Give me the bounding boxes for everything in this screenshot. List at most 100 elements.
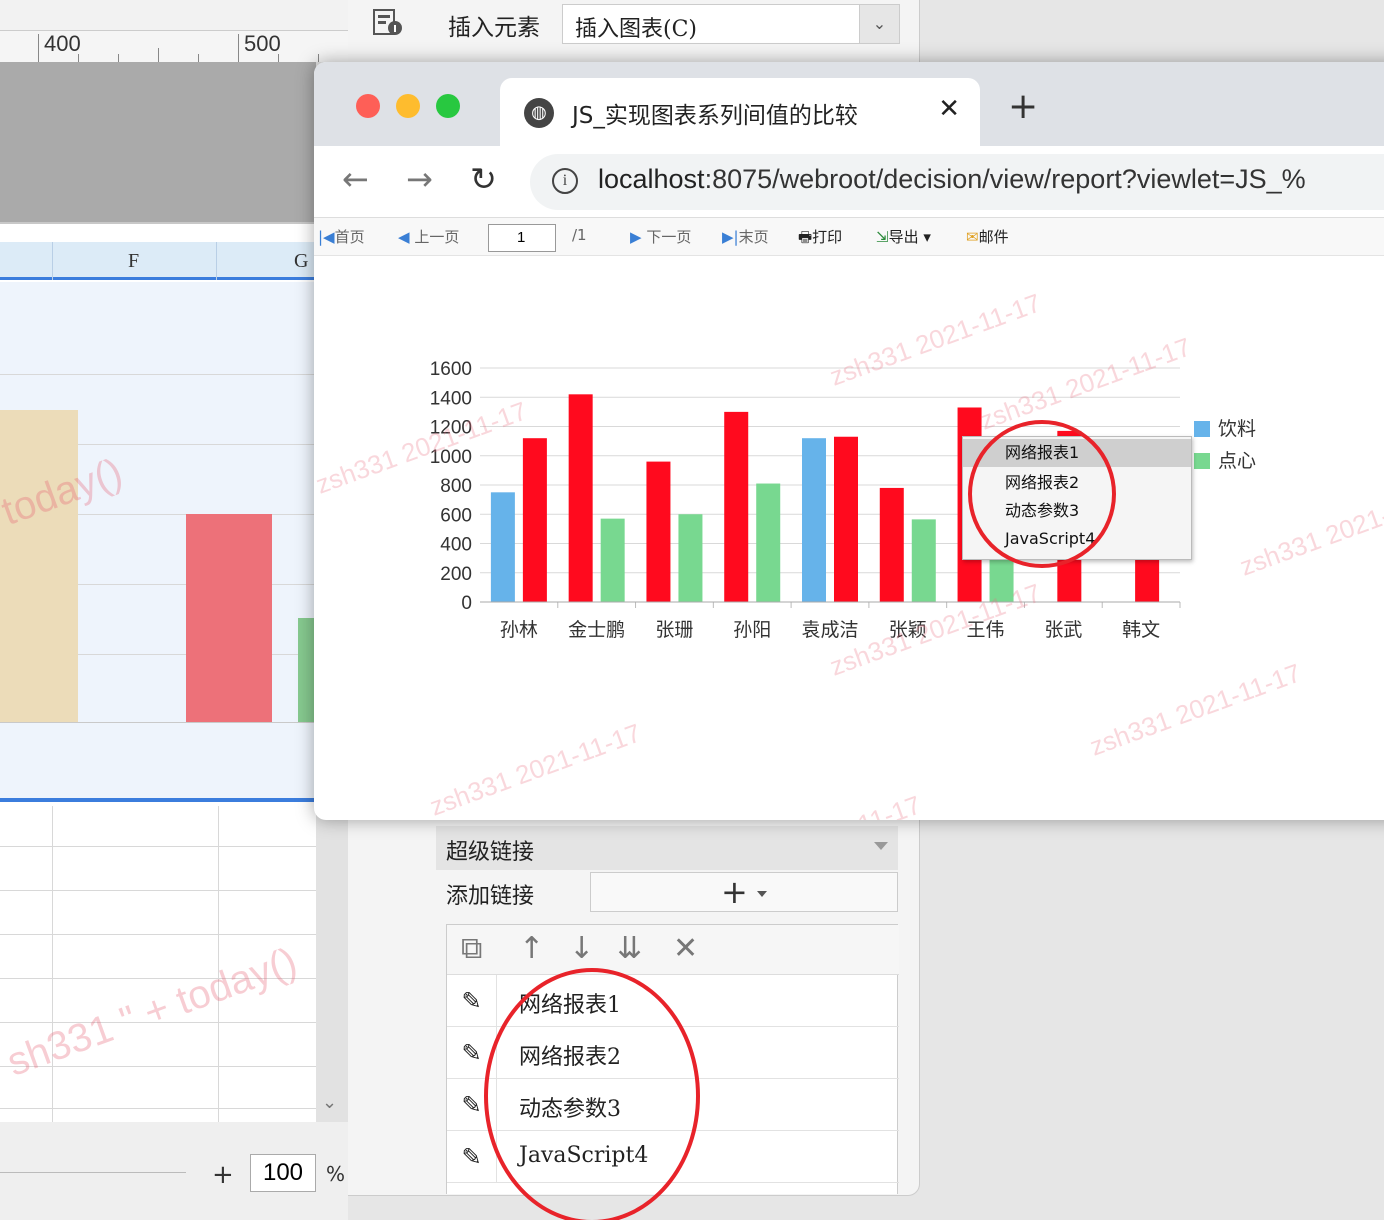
move-bottom-icon[interactable]: ⇊ bbox=[617, 931, 642, 966]
y-tick-label: 0 bbox=[461, 593, 472, 614]
insert-element-select[interactable]: 插入图表(C) ⌄ bbox=[562, 4, 900, 44]
move-up-icon[interactable]: ↑ bbox=[519, 931, 544, 966]
export-button[interactable]: ⇲导出 ▾ bbox=[876, 226, 931, 247]
legend-swatch bbox=[1194, 453, 1210, 469]
tab-title: JS_实现图表系列间值的比较 bbox=[572, 103, 858, 129]
caret-down-icon bbox=[874, 842, 888, 850]
edit-pencil-icon[interactable]: ✎ bbox=[447, 975, 497, 1027]
chart-bar bbox=[646, 461, 671, 602]
maximize-window-icon[interactable] bbox=[436, 94, 460, 118]
hyperlink-list-toolbar: ⧉ ↑ ↓ ⇊ ✕ bbox=[447, 925, 899, 975]
designer-chart-preview[interactable] bbox=[0, 282, 316, 802]
legend-label: 点心 bbox=[1218, 450, 1257, 472]
insert-element-value: 插入图表(C) bbox=[575, 17, 697, 42]
first-page-button[interactable]: |◀首页 bbox=[318, 226, 365, 247]
chevron-down-icon[interactable]: ⌄ bbox=[859, 5, 899, 43]
copy-icon[interactable]: ⧉ bbox=[461, 931, 482, 966]
chart-bar bbox=[756, 483, 781, 602]
hyperlink-section-header[interactable]: 超级链接 bbox=[436, 826, 898, 870]
zoom-in-button[interactable]: + bbox=[212, 1160, 234, 1190]
chart-bar bbox=[879, 487, 904, 602]
insert-element-icon[interactable] bbox=[372, 6, 404, 38]
preview-bar bbox=[0, 410, 78, 722]
legend-item[interactable]: 点心 bbox=[1194, 446, 1256, 473]
url-field[interactable]: i localhost:8075/webroot/decision/view/r… bbox=[530, 154, 1384, 210]
zoom-unit: % bbox=[326, 1162, 346, 1186]
minimize-window-icon[interactable] bbox=[396, 94, 420, 118]
y-tick-label: 600 bbox=[440, 505, 472, 526]
address-bar-row: ← → ↻ i localhost:8075/webroot/decision/… bbox=[314, 146, 1384, 218]
info-icon[interactable]: i bbox=[552, 168, 578, 194]
watermark-text: zsh331 2021-11-17 bbox=[426, 717, 645, 820]
globe-icon: ◍ bbox=[524, 98, 554, 128]
highlight-circle bbox=[484, 968, 700, 1220]
horizontal-ruler: 400 500 bbox=[0, 30, 348, 62]
close-tab-icon[interactable]: ✕ bbox=[938, 94, 960, 124]
chevron-down-icon[interactable]: ⌄ bbox=[322, 1092, 337, 1113]
add-link-label: 添加链接 bbox=[446, 884, 535, 909]
hyperlink-section-title: 超级链接 bbox=[446, 840, 535, 865]
watermark-text: zsh331 2021-11-17 bbox=[314, 395, 531, 499]
forward-arrow-icon[interactable]: → bbox=[406, 160, 433, 198]
y-tick-label: 1400 bbox=[430, 388, 472, 409]
legend-item[interactable]: 饮料 bbox=[1194, 414, 1256, 441]
close-window-icon[interactable] bbox=[356, 94, 380, 118]
browser-window: ◍ JS_实现图表系列间值的比较 ✕ + ← → ↻ i localhost:8… bbox=[314, 62, 1384, 820]
delete-icon[interactable]: ✕ bbox=[673, 931, 698, 966]
caret-down-icon bbox=[757, 891, 767, 897]
first-page-icon: |◀ bbox=[318, 228, 335, 246]
back-arrow-icon[interactable]: ← bbox=[342, 160, 369, 198]
watermark-text: zsh331 2021-11-17 bbox=[1086, 657, 1305, 761]
print-button[interactable]: 🖶打印 bbox=[798, 226, 842, 252]
page-number-input[interactable]: 1 bbox=[488, 224, 556, 252]
url-host: localhost bbox=[598, 164, 705, 194]
column-header: F G bbox=[0, 242, 316, 280]
x-tick-label: 孙阳 bbox=[733, 619, 771, 641]
url-path: :8075/webroot/decision/view/report?viewl… bbox=[704, 164, 1306, 194]
y-tick-label: 1600 bbox=[430, 359, 472, 380]
chart-bar bbox=[568, 394, 593, 602]
last-page-button[interactable]: ▶|末页 bbox=[722, 226, 769, 247]
designer-canvas-margin bbox=[0, 62, 316, 222]
watermark-text: zsh331 2021-11-17 bbox=[706, 789, 925, 820]
chart-bar bbox=[490, 492, 515, 602]
column-f[interactable]: F bbox=[128, 250, 139, 273]
y-tick-label: 200 bbox=[440, 564, 472, 585]
x-tick-label: 韩文 bbox=[1122, 619, 1160, 641]
move-down-icon[interactable]: ↓ bbox=[569, 931, 594, 966]
chart-bar bbox=[834, 436, 858, 602]
watermark-text: zsh331 2021-11-17 bbox=[976, 331, 1195, 435]
watermark-text: zsh331 2021-11-17 bbox=[1236, 477, 1384, 581]
reload-icon[interactable]: ↻ bbox=[470, 160, 497, 198]
chart-bar bbox=[802, 438, 826, 602]
screen: 400 500 F G ⌄ › + 100 % 插入元素 插入图表(C) ⌄ 超… bbox=[0, 0, 1384, 1220]
x-tick-label: 张武 bbox=[1044, 619, 1082, 641]
x-tick-label: 金士鹏 bbox=[568, 619, 625, 641]
chart-bar bbox=[911, 519, 936, 602]
insert-element-label: 插入元素 bbox=[448, 15, 540, 41]
mail-icon: ✉ bbox=[966, 228, 979, 246]
highlight-circle bbox=[968, 420, 1116, 568]
chart-bar bbox=[724, 411, 749, 602]
printer-icon: 🖶 bbox=[798, 228, 813, 246]
legend-label: 饮料 bbox=[1218, 418, 1257, 440]
bar-chart: 02004006008001000120014001600 孙林 金士鹏 张珊 孙阳袁… bbox=[314, 287, 1384, 820]
mail-button[interactable]: ✉邮件 bbox=[966, 226, 1009, 247]
chart-bar bbox=[678, 514, 703, 602]
prev-page-button[interactable]: ◀ 上一页 bbox=[398, 226, 459, 247]
ruler-label: 400 bbox=[44, 31, 81, 56]
ruler-label: 500 bbox=[244, 31, 281, 56]
page-total: /1 bbox=[572, 226, 587, 244]
zoom-input[interactable]: 100 bbox=[250, 1154, 316, 1192]
browser-tab[interactable]: ◍ JS_实现图表系列间值的比较 ✕ bbox=[500, 78, 980, 146]
add-link-button[interactable]: + bbox=[590, 872, 898, 912]
y-tick-label: 400 bbox=[440, 535, 472, 556]
preview-bar bbox=[186, 514, 272, 722]
column-g[interactable]: G bbox=[294, 250, 308, 273]
prev-page-icon: ◀ bbox=[398, 228, 410, 246]
next-page-button[interactable]: ▶ 下一页 bbox=[630, 226, 691, 247]
new-tab-button[interactable]: + bbox=[1008, 86, 1038, 127]
plus-icon: + bbox=[721, 873, 748, 911]
y-tick-label: 800 bbox=[440, 476, 472, 497]
chart-bar bbox=[600, 518, 625, 602]
